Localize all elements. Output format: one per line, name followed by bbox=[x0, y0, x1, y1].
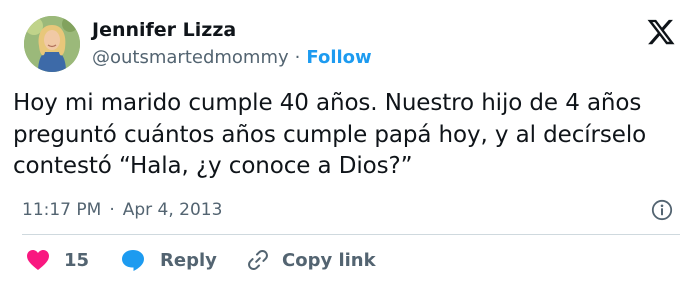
tweet-line: Hoy mi marido cumple 40 años. Nuestro hi… bbox=[13, 90, 642, 116]
x-logo-icon[interactable] bbox=[646, 17, 676, 47]
tweet-time[interactable]: 11:17 PM bbox=[22, 200, 101, 220]
heart-icon bbox=[27, 250, 49, 270]
like-count: 15 bbox=[64, 249, 90, 271]
divider bbox=[22, 234, 680, 235]
info-icon[interactable] bbox=[651, 199, 673, 221]
author-block: Jennifer Lizza @outsmartedmommy · Follow bbox=[92, 21, 372, 67]
tweet-meta: 11:17 PM · Apr 4, 2013 bbox=[22, 200, 222, 220]
tweet-card: Jennifer Lizza @outsmartedmommy · Follow H… bbox=[0, 0, 700, 287]
reply-label: Reply bbox=[160, 249, 217, 271]
like-button[interactable]: 15 bbox=[26, 246, 89, 274]
link-icon bbox=[248, 249, 268, 271]
tweet-date[interactable]: Apr 4, 2013 bbox=[123, 200, 223, 220]
tweet-text: Hoy mi marido cumple 40 años. Nuestro hi… bbox=[13, 88, 695, 183]
tweet-line: preguntó cuántos años cumple papá hoy, y… bbox=[13, 121, 647, 148]
avatar-photo bbox=[24, 16, 80, 72]
handle-row: @outsmartedmommy · Follow bbox=[92, 49, 372, 67]
action-bar: 15 Reply Copy link bbox=[24, 246, 684, 274]
tweet-line: contestó “Hala, ¿y conoce a Dios?” bbox=[13, 153, 413, 179]
avatar[interactable] bbox=[24, 16, 80, 72]
handle-separator: · bbox=[294, 47, 301, 68]
reply-button[interactable]: Reply bbox=[120, 246, 217, 274]
author-handle[interactable]: @outsmartedmommy bbox=[92, 47, 289, 68]
meta-separator: · bbox=[109, 200, 115, 220]
copy-link-button[interactable]: Copy link bbox=[246, 246, 376, 274]
speech-bubble-icon bbox=[122, 250, 144, 271]
follow-button[interactable]: Follow bbox=[306, 47, 371, 68]
author-name[interactable]: Jennifer Lizza bbox=[92, 21, 372, 40]
copy-link-label: Copy link bbox=[282, 249, 376, 271]
